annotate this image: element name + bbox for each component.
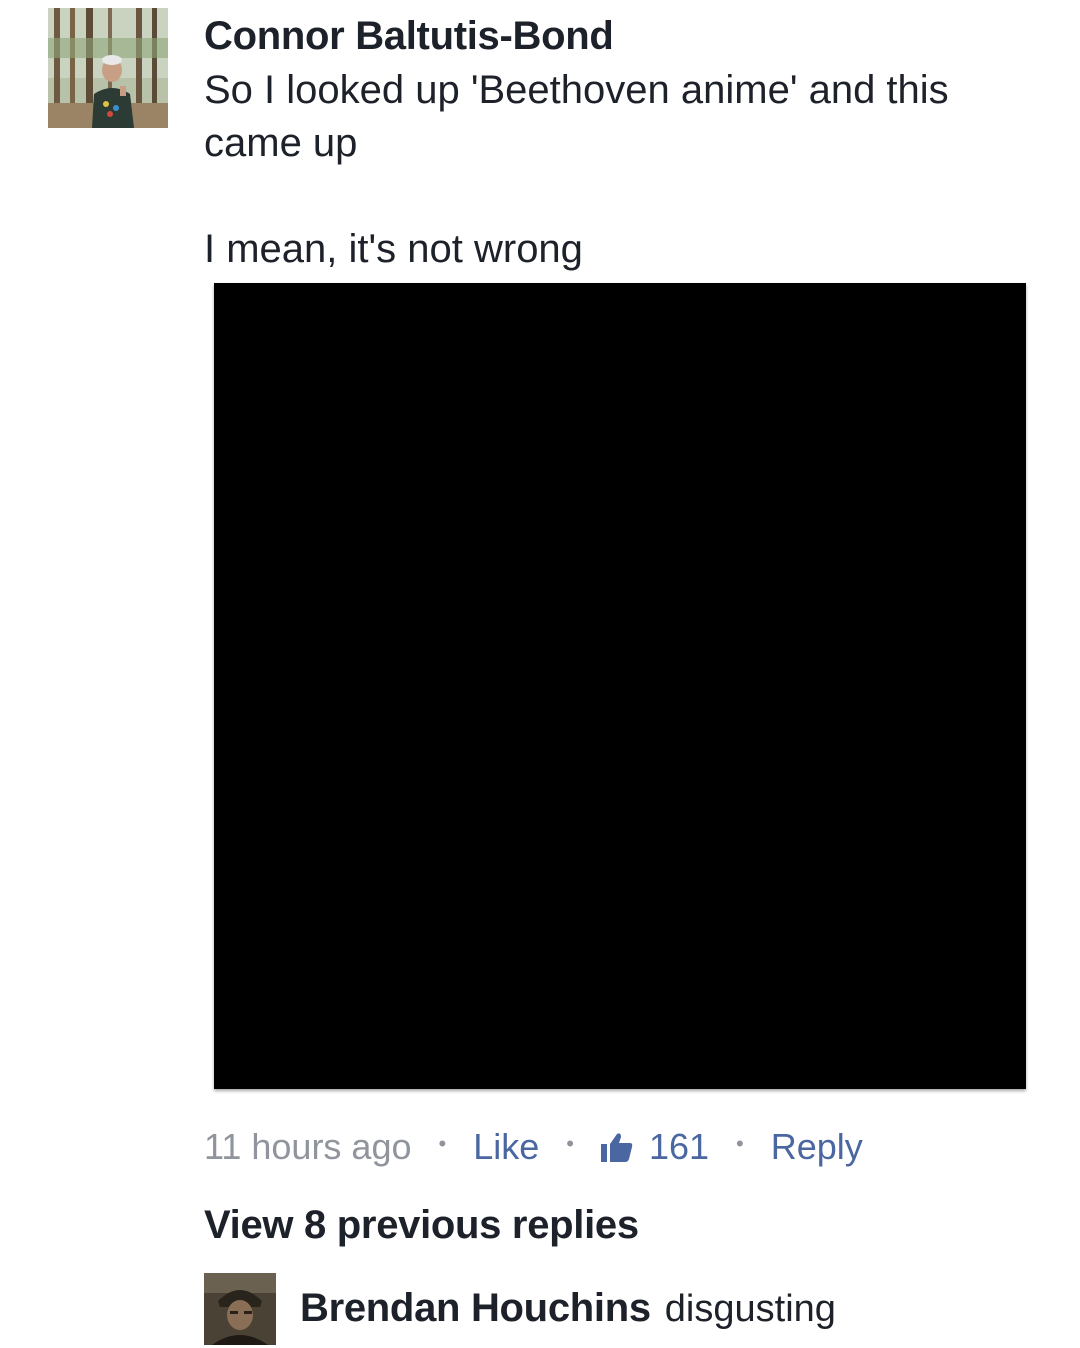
reply-avatar-photo — [204, 1273, 276, 1345]
separator-dot: • — [438, 1131, 447, 1156]
comment-attached-image[interactable] — [214, 283, 1026, 1089]
comment-timestamp[interactable]: 11 hours ago — [204, 1126, 412, 1168]
separator-dot: • — [566, 1131, 574, 1156]
view-previous-replies-link[interactable]: View 8 previous replies — [204, 1203, 639, 1248]
reply-author-avatar[interactable] — [204, 1273, 276, 1345]
comment-text-line: I mean, it's not wrong — [204, 227, 583, 271]
like-count-value: 161 — [648, 1126, 710, 1167]
comment-text-line: So I looked up 'Beethoven anime' and thi… — [204, 68, 949, 112]
comment-author-name[interactable]: Connor Baltutis-Bond — [204, 14, 614, 59]
separator-dot: • — [736, 1131, 744, 1156]
comment-thread: Connor Baltutis-Bond So I looked up 'Bee… — [0, 0, 1080, 1348]
thumbs-up-icon — [600, 1133, 633, 1162]
reply-text: disgusting — [664, 1288, 836, 1330]
comment-text-line: came up — [204, 121, 358, 165]
reply-author-name[interactable]: Brendan Houchins — [300, 1286, 651, 1330]
comment-meta-bar: 11 hours ago • Like • 161 • Reply — [204, 1122, 863, 1172]
reply-item: Brendan Houchins disgusting — [300, 1286, 836, 1331]
author-avatar-photo — [48, 8, 168, 128]
comment-text: So I looked up 'Beethoven anime' and thi… — [204, 64, 1024, 276]
like-count[interactable]: 161 — [600, 1126, 710, 1168]
like-button[interactable]: Like — [473, 1126, 539, 1168]
author-avatar[interactable] — [48, 8, 168, 128]
reply-button[interactable]: Reply — [771, 1126, 863, 1168]
comment-text-blank-line — [204, 170, 1024, 223]
